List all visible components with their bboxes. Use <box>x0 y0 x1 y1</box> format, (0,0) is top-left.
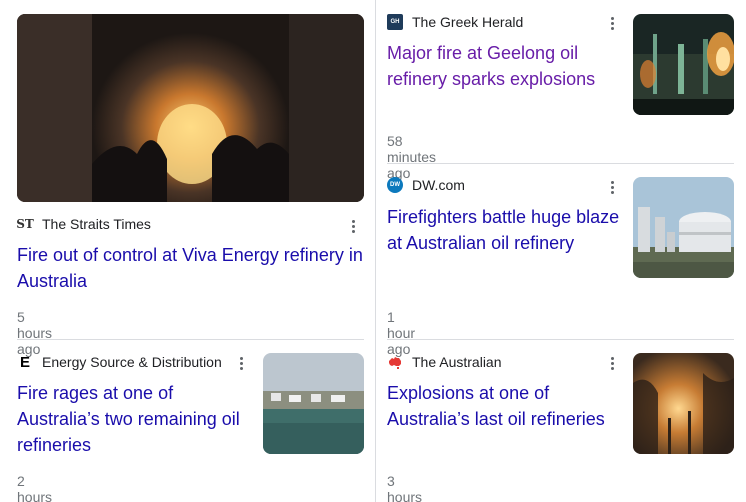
article-source: ST The Straits Times <box>16 215 151 233</box>
more-options-icon[interactable] <box>233 353 249 373</box>
article-thumbnail[interactable] <box>633 353 734 454</box>
source-name: The Australian <box>412 354 502 370</box>
article-headline[interactable]: Fire out of control at Viva Energy refin… <box>17 242 367 294</box>
article-timestamp: 1 hour ago <box>387 309 416 357</box>
more-options-icon[interactable] <box>604 353 620 373</box>
straits-times-logo-icon: ST <box>16 217 34 231</box>
more-options-icon[interactable] <box>604 13 620 33</box>
energy-source-logo-icon: E <box>19 353 30 371</box>
source-name: DW.com <box>412 177 465 193</box>
article-headline[interactable]: Fire rages at one of Australia’s two rem… <box>17 380 252 458</box>
the-australian-logo-icon <box>387 354 403 370</box>
row-divider <box>17 339 364 340</box>
article-thumbnail[interactable] <box>633 14 734 115</box>
article-headline[interactable]: Explosions at one of Australia’s last oi… <box>387 380 627 432</box>
article-source: DW DW.com <box>387 176 465 194</box>
article-source: GH The Greek Herald <box>387 13 523 31</box>
article-timestamp: 58 minutes ago <box>387 133 437 181</box>
article-headline[interactable]: Firefighters battle huge blaze at Austra… <box>387 204 627 256</box>
source-name: The Straits Times <box>42 216 151 232</box>
source-name: The Greek Herald <box>412 14 524 30</box>
article-timestamp: 2 hours ago <box>17 473 53 502</box>
row-divider <box>387 163 734 164</box>
more-options-icon[interactable] <box>604 177 620 197</box>
article-thumbnail[interactable] <box>633 177 734 278</box>
row-divider <box>387 339 734 340</box>
greek-herald-logo-icon: GH <box>387 14 403 30</box>
dw-logo-icon: DW <box>387 177 403 193</box>
source-name: Energy Source & Distribution <box>42 354 222 370</box>
article-source: E Energy Source & Distribution <box>17 353 222 371</box>
article-thumbnail[interactable] <box>263 353 364 454</box>
article-headline[interactable]: Major fire at Geelong oil refinery spark… <box>387 40 622 92</box>
article-source: The Australian <box>387 353 502 371</box>
column-divider <box>375 0 376 502</box>
article-thumbnail[interactable] <box>17 14 364 202</box>
article-timestamp: 5 hours ago <box>17 309 53 357</box>
article-timestamp: 3 hours ago <box>387 473 423 502</box>
more-options-icon[interactable] <box>345 216 361 236</box>
